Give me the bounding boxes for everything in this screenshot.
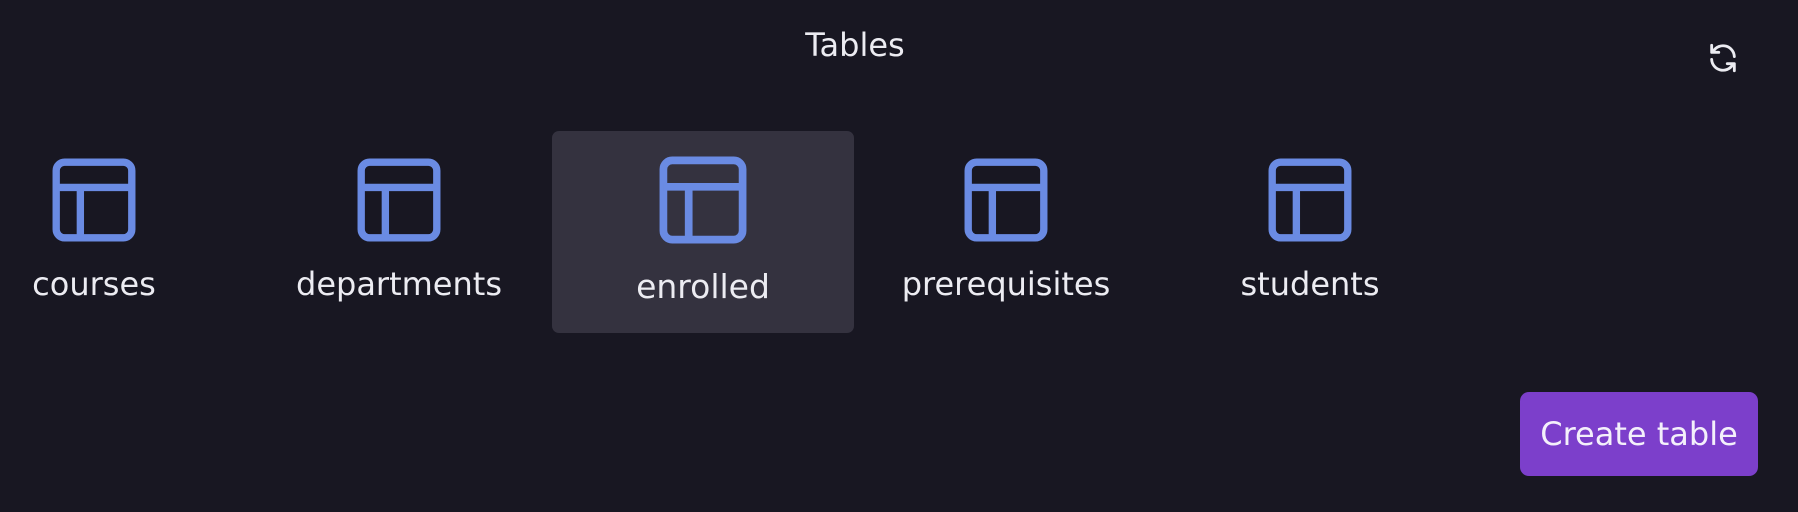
table-icon (52, 158, 136, 242)
table-label: courses (32, 265, 156, 303)
table-icon (659, 156, 747, 244)
table-label: departments (296, 265, 502, 303)
table-icon (964, 158, 1048, 242)
table-item-enrolled[interactable]: enrolled (552, 131, 854, 333)
table-icon (1268, 158, 1352, 242)
refresh-icon (1710, 43, 1736, 73)
table-item-prerequisites[interactable]: prerequisites (855, 131, 1157, 333)
table-item-students[interactable]: students (1159, 131, 1461, 333)
create-table-button[interactable]: Create table (1520, 392, 1758, 476)
page-title: Tables (805, 26, 905, 64)
table-item-courses[interactable]: courses (0, 131, 245, 333)
table-item-departments[interactable]: departments (248, 131, 550, 333)
table-label: students (1240, 265, 1380, 303)
table-label: prerequisites (901, 265, 1111, 303)
refresh-button[interactable] (1703, 38, 1743, 78)
table-label: enrolled (636, 267, 770, 306)
table-icon (357, 158, 441, 242)
